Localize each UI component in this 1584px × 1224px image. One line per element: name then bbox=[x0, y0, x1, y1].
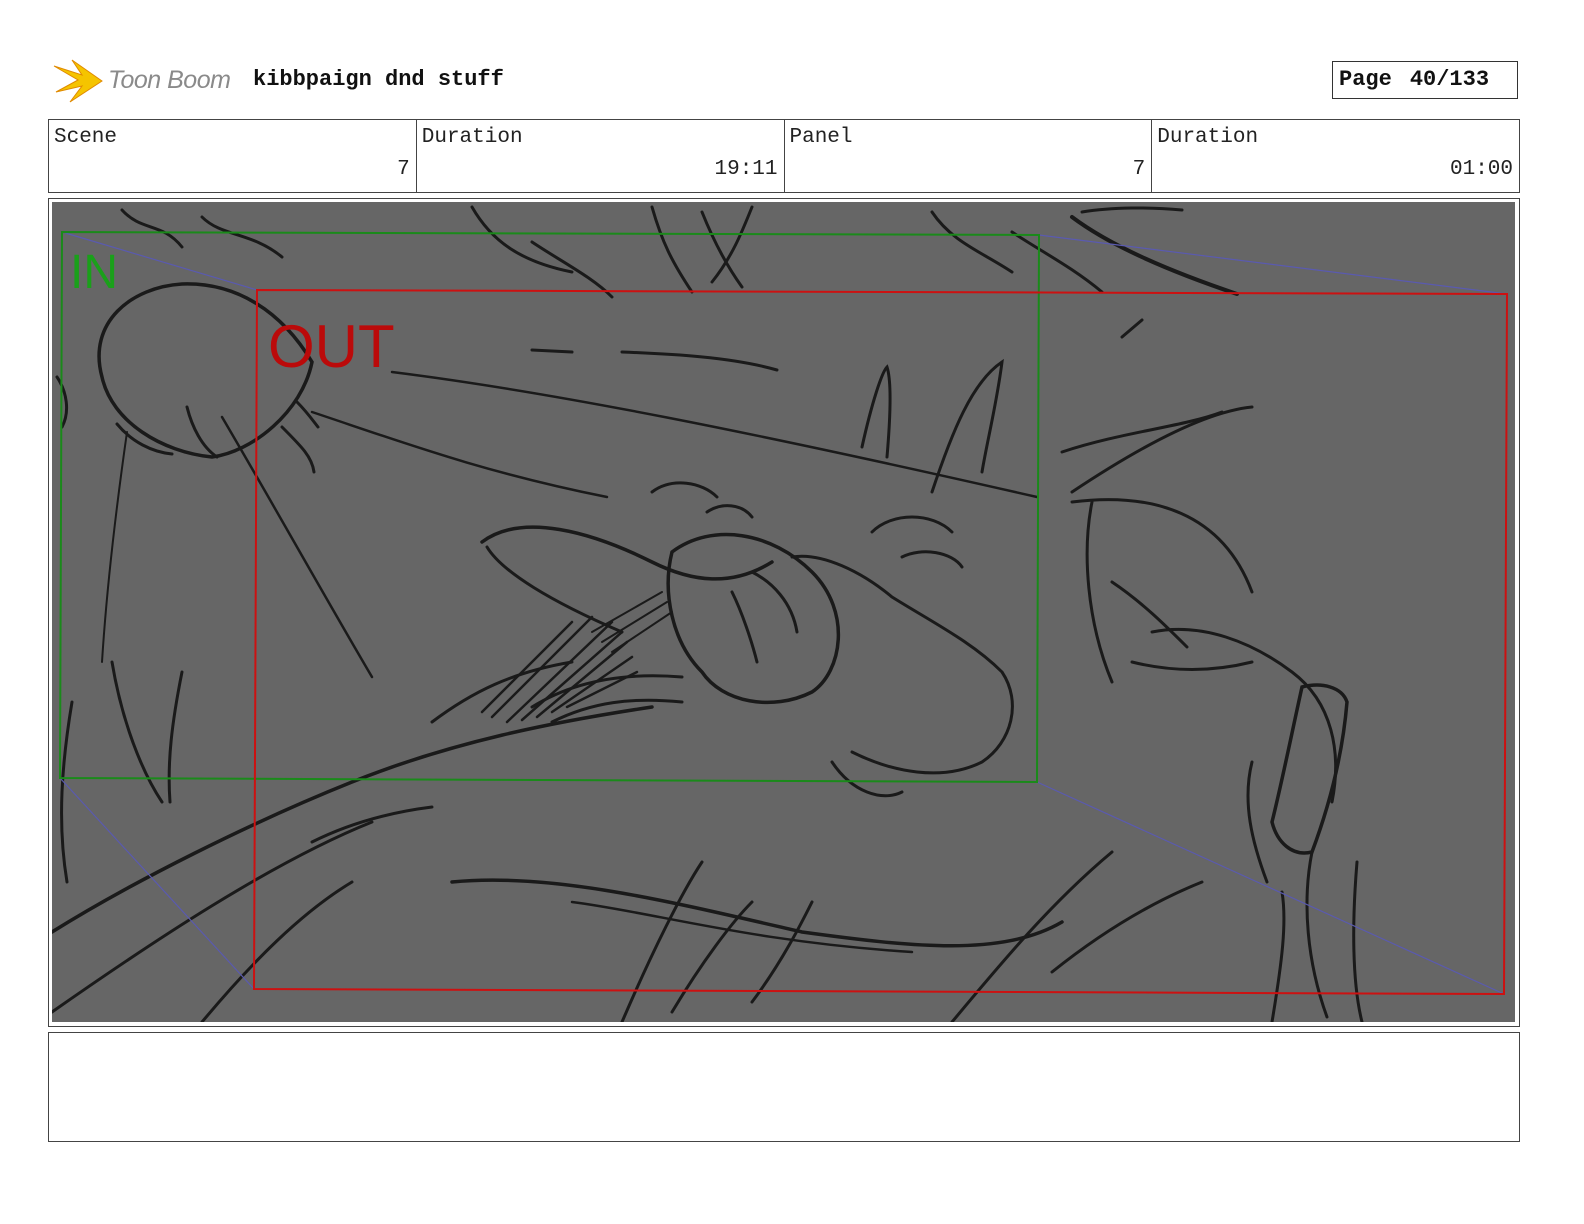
storyboard-sketch: IN OUT bbox=[52, 202, 1515, 1022]
starburst-logo-icon bbox=[53, 59, 103, 103]
panel-duration-label: Duration bbox=[1157, 126, 1259, 149]
out-frame-label: OUT bbox=[268, 313, 395, 380]
page-value: 40/133 bbox=[1409, 67, 1490, 92]
panel-notes bbox=[48, 1032, 1520, 1142]
logo-text: Toon Boom bbox=[108, 66, 231, 94]
storyboard-frame: IN OUT bbox=[48, 198, 1520, 1027]
panel-cell: Panel 7 bbox=[785, 120, 1153, 192]
page-label: Page bbox=[1339, 67, 1392, 92]
page-header: Toon Boom kibbpaign dnd stuff Page 40/133 bbox=[48, 56, 1520, 106]
scene-duration-cell: Duration 19:11 bbox=[417, 120, 785, 192]
scene-cell: Scene 7 bbox=[49, 120, 417, 192]
project-title: kibbpaign dnd stuff bbox=[253, 67, 504, 92]
toon-boom-logo: Toon Boom bbox=[52, 56, 252, 106]
scene-value: 7 bbox=[397, 158, 410, 181]
in-frame-label: IN bbox=[70, 246, 118, 299]
panel-value: 7 bbox=[1132, 158, 1146, 181]
panel-duration-value: 01:00 bbox=[1449, 158, 1513, 181]
scene-duration-value: 19:11 bbox=[714, 158, 778, 181]
page-counter: Page 40/133 bbox=[1332, 61, 1518, 99]
scene-label: Scene bbox=[54, 126, 118, 149]
panel-info-table: Scene 7 Duration 19:11 Panel 7 Duration … bbox=[48, 119, 1520, 193]
panel-label: Panel bbox=[789, 126, 853, 149]
panel-duration-cell: Duration 01:00 bbox=[1152, 120, 1519, 192]
scene-duration-label: Duration bbox=[421, 126, 523, 149]
